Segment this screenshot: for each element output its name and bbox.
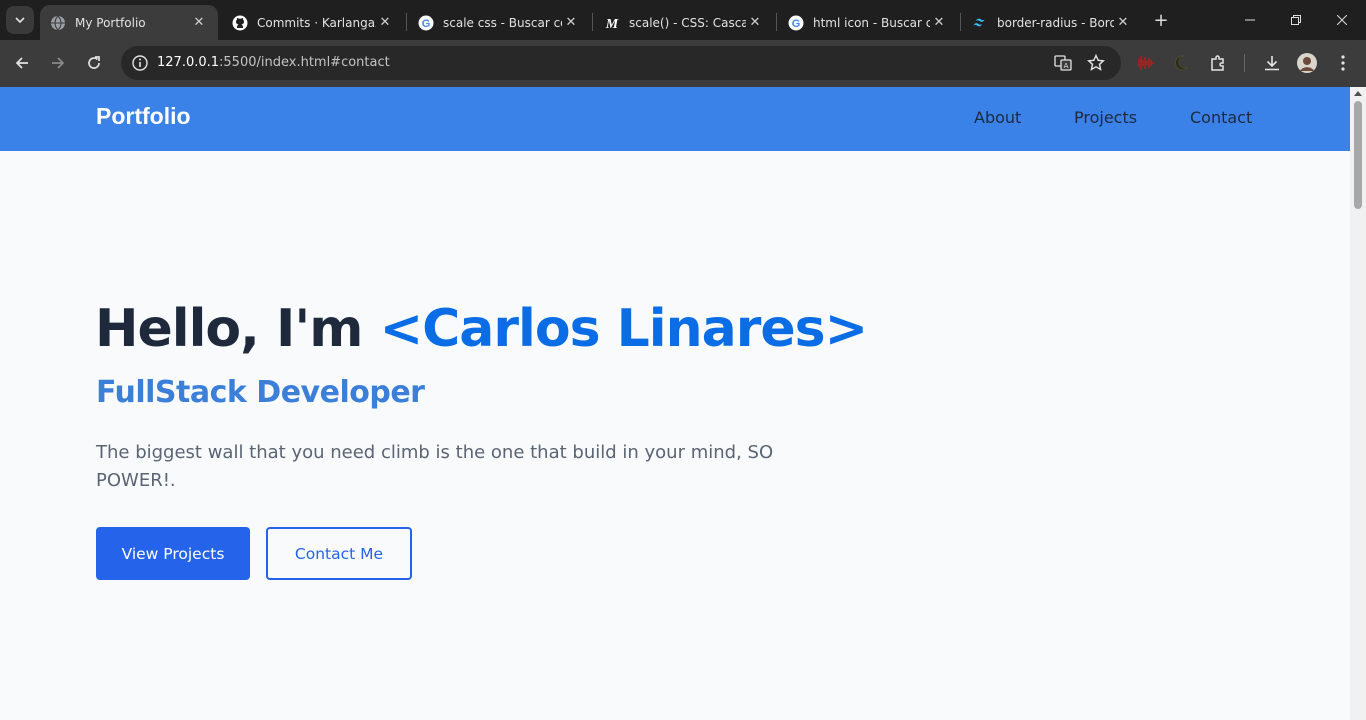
svg-text:G: G	[422, 18, 431, 30]
tab-tailwind-border-radius[interactable]: border-radius - Borde ✕	[962, 5, 1142, 40]
view-projects-button[interactable]: View Projects	[96, 527, 250, 580]
browser-toolbar: 127.0.0.1:5500/index.html#contact A	[0, 40, 1366, 87]
tab-my-portfolio[interactable]: My Portfolio ✕	[40, 5, 218, 40]
scroll-up-arrow-icon[interactable]	[1354, 91, 1362, 96]
nav-link-about[interactable]: About	[974, 108, 1021, 127]
download-icon[interactable]	[1261, 52, 1283, 74]
tab-title: My Portfolio	[75, 15, 146, 30]
scrollbar-thumb[interactable]	[1354, 101, 1362, 209]
hero-title: Hello, I'm <Carlos Linares>	[95, 299, 869, 359]
tab-mdn-scale[interactable]: M scale() - CSS: Cascadin ✕	[594, 5, 774, 40]
svg-text:A: A	[1064, 62, 1069, 70]
extensions-puzzle-icon[interactable]	[1207, 52, 1229, 74]
nav-link-projects[interactable]: Projects	[1074, 108, 1137, 127]
tab-github-commits[interactable]: Commits · KarlangaXZ ✕	[222, 5, 404, 40]
svg-text:G: G	[792, 18, 801, 30]
tab-title: scale() - CSS: Cascadin	[629, 15, 746, 30]
dark-mode-extension-icon[interactable]	[1170, 52, 1192, 74]
forward-button[interactable]	[44, 49, 72, 77]
reload-icon	[88, 56, 100, 69]
page-viewport: Portfolio About Projects Contact Hello, …	[0, 87, 1350, 720]
tab-divider	[776, 13, 777, 31]
mdn-icon: M	[604, 15, 620, 31]
site-info-icon[interactable]	[131, 54, 149, 72]
back-button[interactable]	[8, 49, 36, 77]
tab-title: Commits · KarlangaXZ	[257, 15, 376, 30]
browser-tab-strip: My Portfolio ✕ Commits · KarlangaXZ ✕ G …	[0, 0, 1366, 40]
reload-button[interactable]	[80, 49, 108, 77]
more-menu-icon[interactable]	[1332, 52, 1354, 74]
nav-link-contact[interactable]: Contact	[1190, 108, 1252, 127]
tab-divider	[960, 13, 961, 31]
new-tab-button[interactable]: +	[1150, 9, 1172, 31]
tailwind-icon	[972, 15, 988, 31]
url-host: 127.0.0.1	[157, 55, 220, 70]
tab-html-icon-search[interactable]: G html icon - Buscar con ✕	[778, 5, 958, 40]
url-path: :5500/index.html#contact	[219, 55, 390, 70]
minimize-icon	[1245, 19, 1255, 21]
audio-extension-icon[interactable]	[1134, 52, 1156, 74]
tab-title: html icon - Buscar con	[813, 15, 930, 30]
restore-icon	[1291, 15, 1301, 25]
close-icon	[1337, 15, 1347, 25]
chevron-down-icon	[15, 17, 25, 24]
brand-logo[interactable]: Portfolio	[96, 103, 191, 130]
close-icon[interactable]: ✕	[376, 14, 394, 32]
svg-text:M: M	[605, 17, 619, 31]
tab-search-button[interactable]	[6, 6, 34, 34]
tab-title: scale css - Buscar con	[443, 15, 562, 30]
close-icon[interactable]: ✕	[930, 14, 948, 32]
restore-button[interactable]	[1273, 0, 1319, 40]
minimize-button[interactable]	[1227, 0, 1273, 40]
github-icon	[232, 15, 248, 31]
globe-icon	[50, 15, 66, 31]
hero-greeting: Hello, I'm	[95, 299, 380, 359]
hero-name: <Carlos Linares>	[379, 299, 869, 359]
page-scrollbar[interactable]	[1350, 87, 1366, 720]
profile-avatar[interactable]	[1296, 52, 1318, 74]
tab-scale-css-search[interactable]: G scale css - Buscar con ✕	[408, 5, 590, 40]
translate-icon[interactable]: A	[1054, 54, 1072, 72]
google-icon: G	[788, 15, 804, 31]
tab-divider	[406, 13, 407, 31]
url-text: 127.0.0.1:5500/index.html#contact	[157, 55, 390, 70]
hero-quote: The biggest wall that you need climb is …	[96, 442, 774, 491]
window-close-button[interactable]	[1319, 0, 1365, 40]
google-icon: G	[418, 15, 434, 31]
arrow-right-icon	[52, 57, 65, 69]
close-icon[interactable]: ✕	[190, 14, 208, 32]
hero-subtitle: FullStack Developer	[96, 375, 425, 410]
contact-me-button[interactable]: Contact Me	[266, 527, 412, 580]
tab-divider	[592, 13, 593, 31]
site-navbar: Portfolio About Projects Contact	[0, 87, 1350, 151]
close-icon[interactable]: ✕	[746, 14, 764, 32]
toolbar-divider	[1244, 54, 1245, 72]
plus-icon: +	[1153, 9, 1169, 31]
arrow-left-icon	[15, 57, 28, 69]
close-icon[interactable]: ✕	[1114, 14, 1132, 32]
close-icon[interactable]: ✕	[562, 14, 580, 32]
bookmark-star-icon[interactable]	[1087, 54, 1105, 72]
address-bar[interactable]: 127.0.0.1:5500/index.html#contact A	[121, 46, 1121, 80]
tab-title: border-radius - Borde	[997, 15, 1114, 30]
